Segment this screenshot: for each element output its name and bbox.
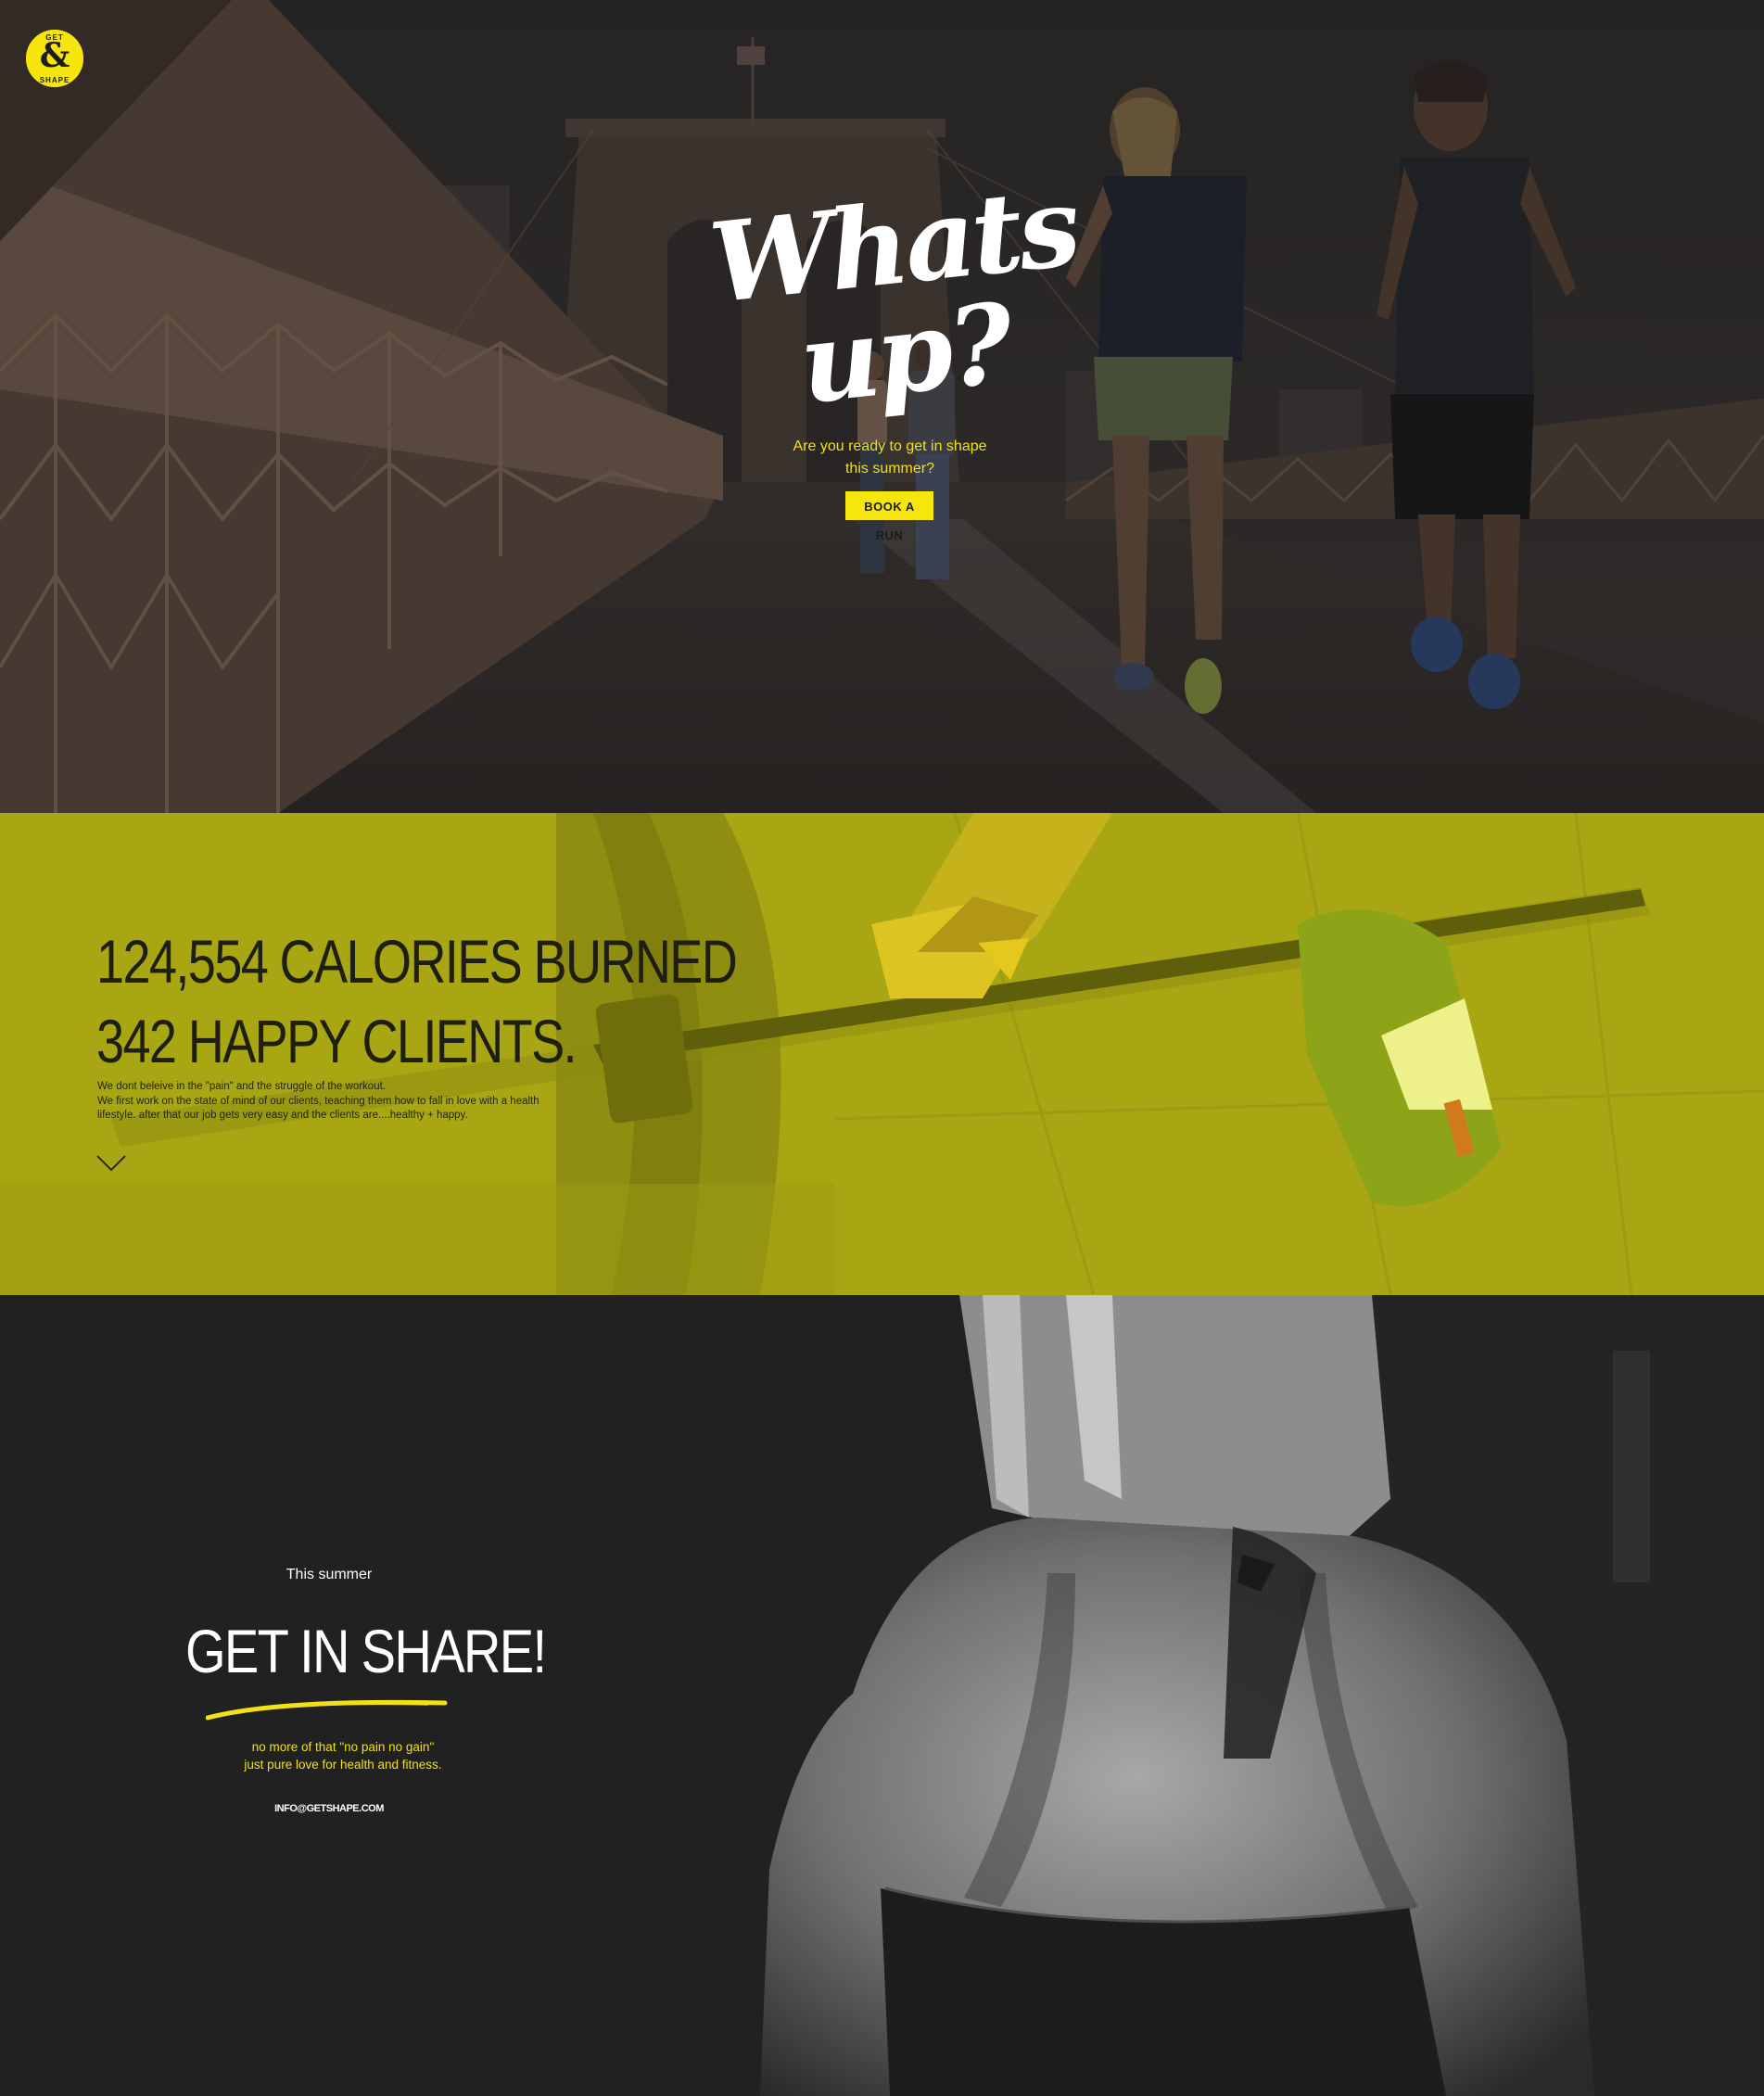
book-a-run-button[interactable]: BOOK A RUN: [845, 491, 933, 542]
contact-tagline: no more of that "no pain no gain" just p…: [204, 1738, 482, 1773]
chevron-down-icon[interactable]: [96, 1154, 126, 1173]
stats-description-line3: lifestyle. after that our job gets very …: [97, 1110, 468, 1121]
stat-calories: 124,554 CALORIES BURNED: [96, 927, 738, 996]
contact-section: This summer GET IN SHARE! no more of tha…: [0, 1295, 1764, 2096]
stats-description: We dont beleive in the "pain" and the st…: [97, 1080, 579, 1124]
yellow-brush-underline: [206, 1699, 448, 1721]
stats-description-line2: We first work on the state of mind of ou…: [97, 1095, 539, 1107]
stats-description-line1: We dont beleive in the "pain" and the st…: [97, 1081, 386, 1092]
stat-clients: 342 HAPPY CLIENTS.: [96, 1007, 577, 1075]
hero-title: Whats up?: [704, 161, 1083, 429]
contact-tagline-line2: just pure love for health and fitness.: [244, 1758, 442, 1772]
hero-subtitle-line2: this summer?: [844, 461, 935, 476]
contact-email-link[interactable]: INFO@GETSHAPE.COM: [241, 1803, 417, 1814]
contact-tagline-line1: no more of that "no pain no gain": [251, 1740, 435, 1754]
contact-headline: GET IN SHARE!: [185, 1617, 547, 1685]
logo-ampersand: &: [39, 36, 70, 75]
logo-bottom-text: SHAPE: [39, 76, 70, 84]
stats-section: 124,554 CALORIES BURNED 342 HAPPY CLIENT…: [0, 813, 1764, 1295]
contact-kicker: This summer: [286, 1567, 373, 1582]
hero-subtitle: Are you ready to get in shape this summe…: [760, 436, 1020, 480]
hero-section: GET & SHAPE Whats up? Are you ready to g…: [0, 0, 1764, 813]
hero-subtitle-line1: Are you ready to get in shape: [793, 438, 987, 454]
get-shape-logo[interactable]: GET & SHAPE: [26, 30, 83, 87]
